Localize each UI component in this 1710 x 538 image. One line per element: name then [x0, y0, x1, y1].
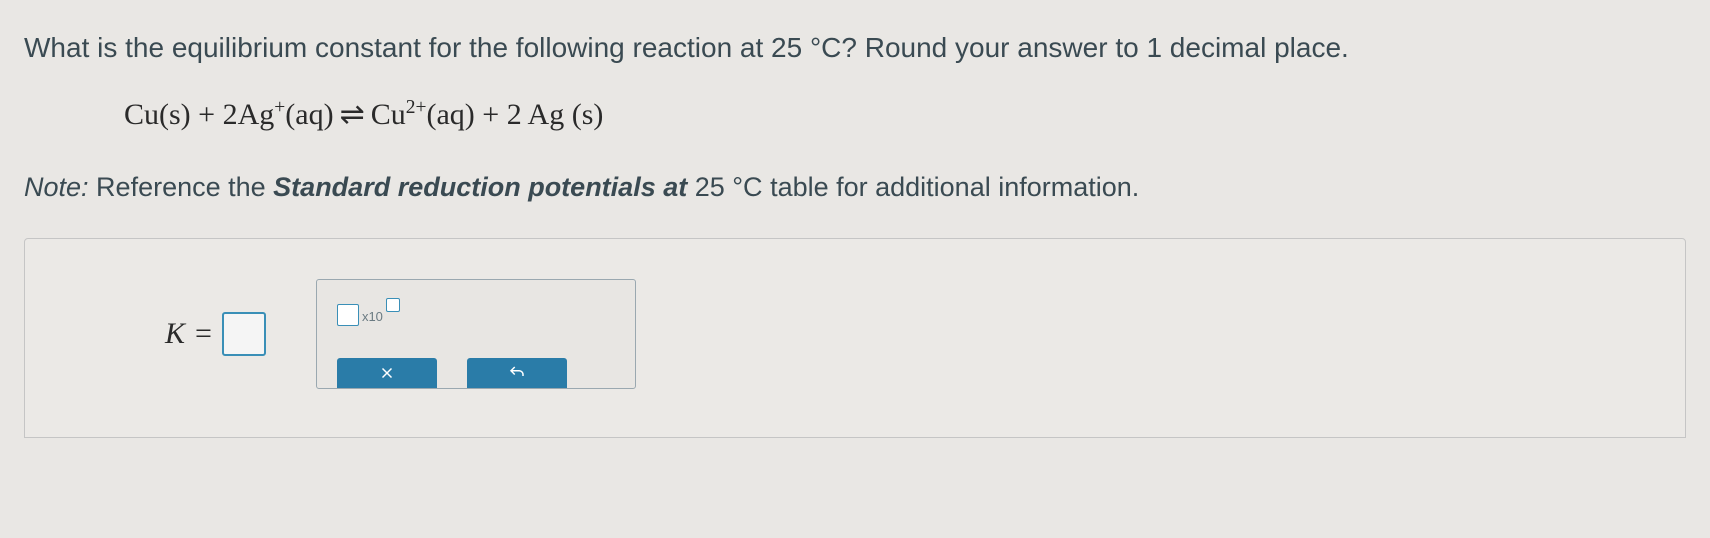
question-text-3: decimal place.: [1162, 32, 1349, 63]
reactant-1: Cu: [124, 98, 159, 131]
answer-row: K = x10: [165, 279, 1545, 389]
product-2: Ag: [528, 98, 565, 131]
note-ref: Reference the: [89, 172, 274, 202]
product-1-state: (aq): [426, 98, 474, 131]
product-2-state: (s): [572, 98, 604, 131]
equals-sign: =: [195, 317, 212, 351]
question-decimal: 1: [1146, 32, 1162, 63]
plus-1: +: [191, 98, 223, 131]
product-1-charge: 2+: [406, 97, 427, 118]
note-temp: 25 °C: [687, 172, 770, 202]
answer-input[interactable]: [222, 312, 266, 356]
question-prompt: What is the equilibrium constant for the…: [24, 28, 1686, 67]
product-2-state-space: [564, 98, 572, 131]
question-temp: 25 °C: [771, 32, 841, 63]
undo-button[interactable]: [467, 358, 567, 388]
clear-button[interactable]: [337, 358, 437, 388]
chemical-equation: Cu(s) + 2Ag+(aq) ⇌ Cu2+(aq) + 2 Ag (s): [124, 97, 1686, 132]
mantissa-box[interactable]: [337, 304, 359, 326]
close-icon: [378, 364, 396, 382]
reactant-2-coef: 2: [223, 98, 238, 131]
scientific-notation-template[interactable]: x10: [337, 298, 400, 326]
x10-label: x10: [362, 309, 383, 324]
undo-icon: [508, 364, 526, 382]
note-suffix: table for additional information.: [770, 172, 1139, 202]
plus-2: +: [475, 98, 507, 131]
exponent-box[interactable]: [386, 298, 400, 312]
reactant-2-state: (aq): [285, 98, 333, 131]
answer-panel: K = x10: [24, 238, 1686, 438]
template-panel: x10: [316, 279, 636, 389]
k-label: K: [165, 317, 185, 351]
note-bold: Standard reduction potentials at: [273, 172, 687, 202]
product-1: Cu: [371, 98, 406, 131]
reactant-1-state: (s): [159, 98, 191, 131]
question-text-1: What is the equilibrium constant for the…: [24, 32, 771, 63]
equilibrium-arrow: ⇌: [340, 97, 365, 132]
note-text: Note: Reference the Standard reduction p…: [24, 172, 1686, 203]
question-text-2: ? Round your answer to: [841, 32, 1146, 63]
reactant-2: Ag: [238, 98, 275, 131]
k-equals-expression: K =: [165, 312, 266, 356]
reactant-2-charge: +: [274, 97, 285, 118]
button-row: [337, 358, 567, 388]
product-2-coef: 2: [507, 98, 522, 131]
note-prefix: Note:: [24, 172, 89, 202]
